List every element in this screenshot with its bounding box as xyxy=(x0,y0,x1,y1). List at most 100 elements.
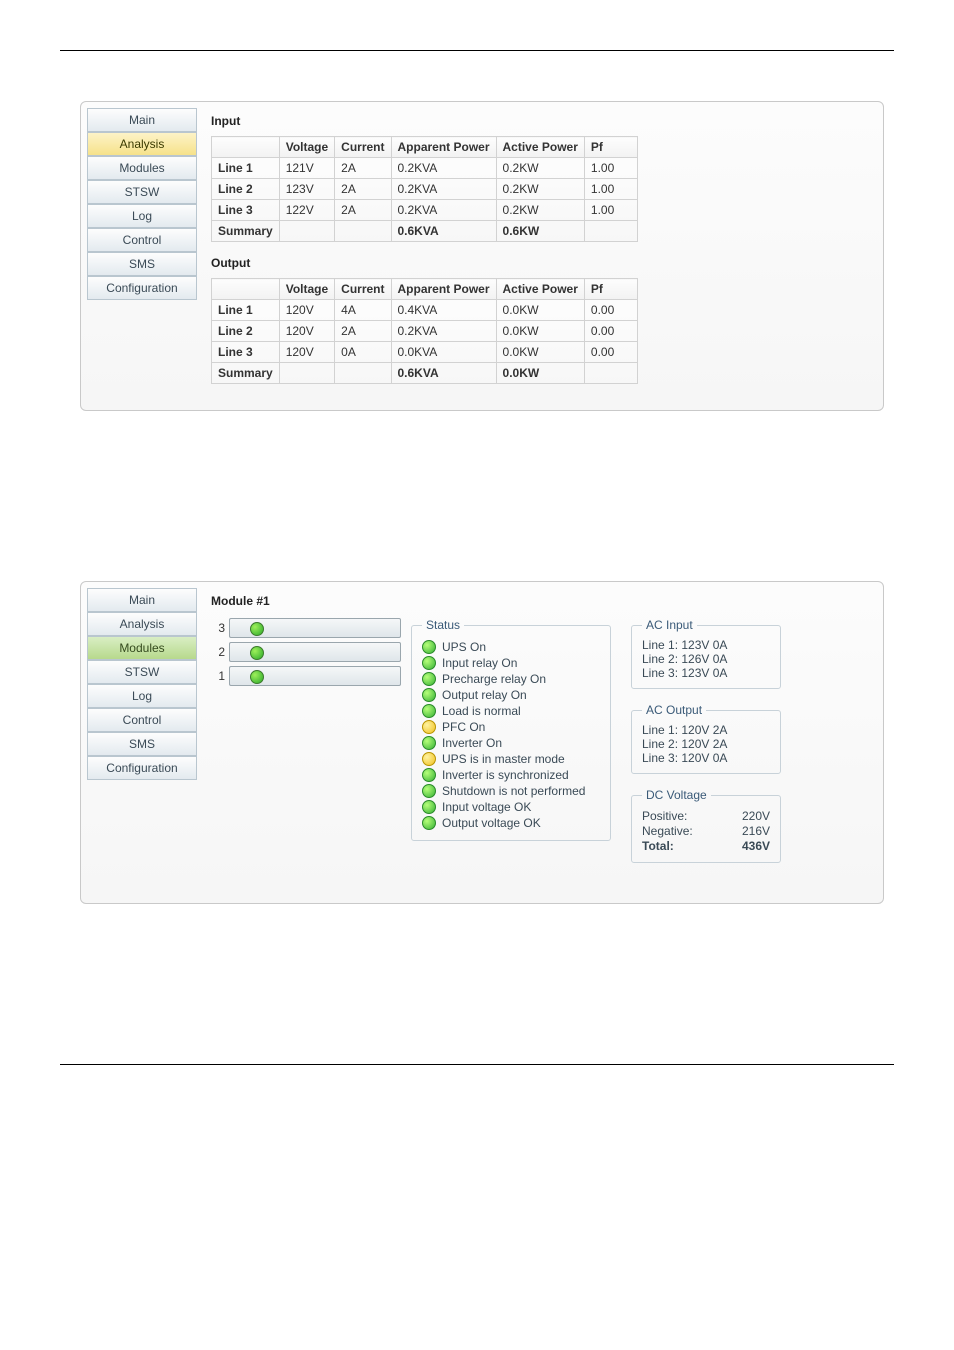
nav-item-stsw[interactable]: STSW xyxy=(87,660,197,684)
table-header: Voltage xyxy=(279,279,334,300)
nav-item-control[interactable]: Control xyxy=(87,228,197,252)
status-line: PFC On xyxy=(422,720,600,734)
table-cell: Line 2 xyxy=(212,179,280,200)
table-header: Active Power xyxy=(496,137,584,158)
table-cell: 1.00 xyxy=(584,179,637,200)
nav-item-log[interactable]: Log xyxy=(87,204,197,228)
table-header: Current xyxy=(335,137,391,158)
table-cell: Line 3 xyxy=(212,200,280,221)
nav-item-stsw[interactable]: STSW xyxy=(87,180,197,204)
nav-item-modules[interactable]: Modules xyxy=(87,156,197,180)
table-header: Current xyxy=(335,279,391,300)
table-cell: 0.00 xyxy=(584,342,637,363)
modules-panel: MainAnalysisModulesSTSWLogControlSMSConf… xyxy=(80,581,884,904)
table-cell: Summary xyxy=(212,363,280,384)
ac-output-box: AC Output Line 1: 120V 2ALine 2: 120V 2A… xyxy=(631,703,781,774)
info-line: Line 3: 120V 0A xyxy=(642,751,770,765)
status-led-icon xyxy=(250,646,264,660)
dc-value: 436V xyxy=(742,839,770,853)
table-cell xyxy=(584,363,637,384)
status-line: Input relay On xyxy=(422,656,600,670)
table-cell: 0.2KVA xyxy=(391,321,496,342)
table-header: Voltage xyxy=(279,137,334,158)
module-slot: 2 xyxy=(211,642,391,662)
module-slot: 3 xyxy=(211,618,391,638)
status-line: Inverter is synchronized xyxy=(422,768,600,782)
table-cell: 0.2KW xyxy=(496,179,584,200)
status-dot-icon xyxy=(422,656,436,670)
dc-voltage-row: Positive:220V xyxy=(642,809,770,823)
status-text: Load is normal xyxy=(442,704,521,718)
sidebar: MainAnalysisModulesSTSWLogControlSMSConf… xyxy=(87,108,197,392)
nav-item-sms[interactable]: SMS xyxy=(87,252,197,276)
table-cell: 0.6KVA xyxy=(391,221,496,242)
table-cell: 0.2KVA xyxy=(391,158,496,179)
ac-output-legend: AC Output xyxy=(642,703,706,717)
table-header: Active Power xyxy=(496,279,584,300)
nav-item-configuration[interactable]: Configuration xyxy=(87,276,197,300)
status-dot-icon xyxy=(422,640,436,654)
table-cell: 0.0KW xyxy=(496,300,584,321)
table-cell: 0.2KW xyxy=(496,200,584,221)
nav-item-control[interactable]: Control xyxy=(87,708,197,732)
table-cell: Line 3 xyxy=(212,342,280,363)
dc-label: Total: xyxy=(642,839,674,853)
info-column: AC Input Line 1: 123V 0ALine 2: 126V 0AL… xyxy=(631,618,781,877)
table-cell: 0.2KVA xyxy=(391,179,496,200)
sidebar: MainAnalysisModulesSTSWLogControlSMSConf… xyxy=(87,588,197,885)
table-cell: 2A xyxy=(335,200,391,221)
nav-item-log[interactable]: Log xyxy=(87,684,197,708)
table-cell: 0.0KW xyxy=(496,321,584,342)
dc-voltage-row: Negative:216V xyxy=(642,824,770,838)
status-dot-icon xyxy=(422,784,436,798)
ac-input-box: AC Input Line 1: 123V 0ALine 2: 126V 0AL… xyxy=(631,618,781,689)
status-dot-icon xyxy=(422,720,436,734)
table-cell: 0.0KW xyxy=(496,363,584,384)
table-cell: 0A xyxy=(335,342,391,363)
status-line: UPS On xyxy=(422,640,600,654)
nav-item-main[interactable]: Main xyxy=(87,108,197,132)
table-cell xyxy=(279,221,334,242)
table-cell: 120V xyxy=(279,342,334,363)
nav-item-main[interactable]: Main xyxy=(87,588,197,612)
status-legend: Status xyxy=(422,618,464,632)
table-header xyxy=(212,279,280,300)
dc-voltage-box: DC Voltage Positive:220VNegative:216VTot… xyxy=(631,788,781,863)
table-cell: 121V xyxy=(279,158,334,179)
nav-item-sms[interactable]: SMS xyxy=(87,732,197,756)
status-line: Inverter On xyxy=(422,736,600,750)
module-slot-button[interactable] xyxy=(229,642,391,662)
status-line: Output relay On xyxy=(422,688,600,702)
module-slot-button[interactable] xyxy=(229,618,391,638)
table-header: Apparent Power xyxy=(391,279,496,300)
slot-number: 2 xyxy=(211,645,225,659)
table-cell: 4A xyxy=(335,300,391,321)
table-cell: 1.00 xyxy=(584,200,637,221)
table-row: Line 2123V2A0.2KVA0.2KW1.00 xyxy=(212,179,638,200)
input-table: VoltageCurrentApparent PowerActive Power… xyxy=(211,136,638,242)
dc-label: Positive: xyxy=(642,809,687,823)
ac-input-legend: AC Input xyxy=(642,618,697,632)
table-cell: 1.00 xyxy=(584,158,637,179)
input-section-title: Input xyxy=(211,114,865,128)
table-cell xyxy=(335,221,391,242)
nav-item-analysis[interactable]: Analysis xyxy=(87,132,197,156)
table-row: Line 1121V2A0.2KVA0.2KW1.00 xyxy=(212,158,638,179)
table-cell: 2A xyxy=(335,158,391,179)
status-text: Input voltage OK xyxy=(442,800,531,814)
table-cell: 0.4KVA xyxy=(391,300,496,321)
nav-item-configuration[interactable]: Configuration xyxy=(87,756,197,780)
nav-item-modules[interactable]: Modules xyxy=(87,636,197,660)
module-slot-button[interactable] xyxy=(229,666,391,686)
status-dot-icon xyxy=(422,704,436,718)
output-section-title: Output xyxy=(211,256,865,270)
table-cell: 0.0KVA xyxy=(391,342,496,363)
info-line: Line 1: 123V 0A xyxy=(642,638,770,652)
table-cell: 2A xyxy=(335,321,391,342)
nav-item-analysis[interactable]: Analysis xyxy=(87,612,197,636)
output-table: VoltageCurrentApparent PowerActive Power… xyxy=(211,278,638,384)
modules-content: Module #1 321 Status UPS OnInput relay O… xyxy=(197,588,873,885)
table-cell: 0.00 xyxy=(584,321,637,342)
status-text: Inverter On xyxy=(442,736,502,750)
status-line: Load is normal xyxy=(422,704,600,718)
